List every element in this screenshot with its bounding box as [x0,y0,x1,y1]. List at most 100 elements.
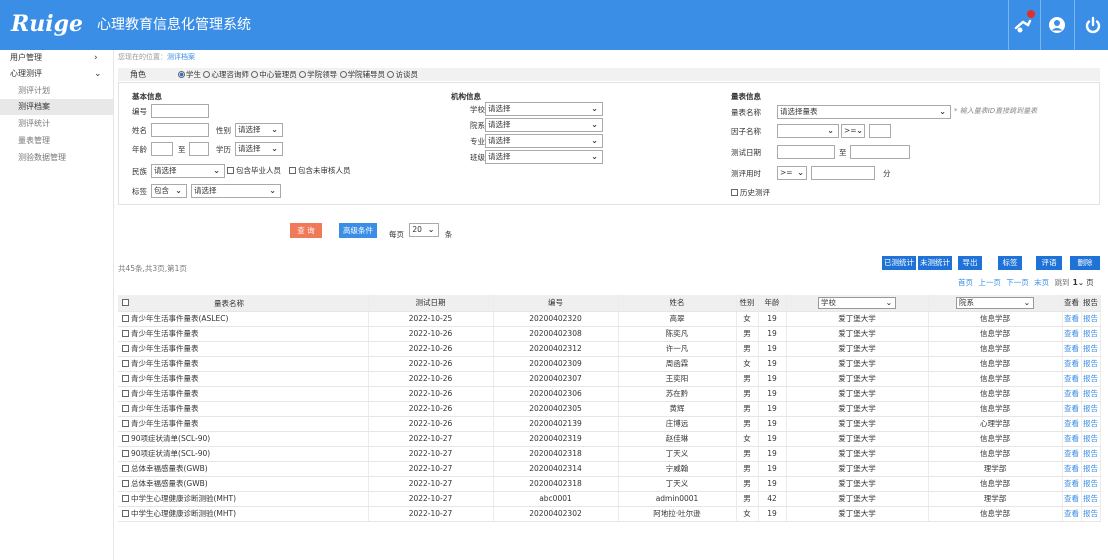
role-option-advisor[interactable]: 学院辅导员 [339,70,385,79]
duration-operator-select[interactable]: >= ⌄ [777,166,807,180]
ethnicity-select[interactable]: 请选择 ⌄ [151,164,225,178]
report-link[interactable]: 报告 [1081,371,1101,387]
report-link[interactable]: 报告 [1081,386,1101,402]
last-page-link[interactable]: 末页 [1034,278,1049,287]
next-page-link[interactable]: 下一页 [1006,278,1029,287]
scale-select[interactable]: 请选择量表 ⌄ [777,105,951,119]
row-checkbox[interactable] [122,435,129,442]
role-option-leader[interactable]: 学院领导 [299,70,337,79]
sidebar-subitem-test-data[interactable]: 测验数据管理 [0,150,114,166]
report-link[interactable]: 报告 [1081,431,1101,447]
duration-input[interactable] [811,166,875,180]
row-checkbox[interactable] [122,510,129,517]
view-link[interactable]: 查看 [1062,446,1082,462]
header-dept[interactable]: 院系 ⌄ [928,295,1063,312]
delete-button[interactable]: 删除 [1070,256,1100,270]
row-checkbox[interactable] [122,480,129,487]
sidebar-subitem-statistics[interactable]: 测评统计 [0,116,114,132]
row-checkbox[interactable] [122,495,129,502]
untested-stats-button[interactable]: 未测统计 [918,256,952,270]
row-checkbox[interactable] [122,315,129,322]
date-start-input[interactable] [777,145,835,159]
report-link[interactable]: 报告 [1081,341,1101,357]
report-link[interactable]: 报告 [1081,491,1101,507]
age-min-input[interactable] [151,142,173,156]
cell-dept: 信息学部 [928,341,1063,357]
report-link[interactable]: 报告 [1081,356,1101,372]
row-checkbox[interactable] [122,390,129,397]
report-link[interactable]: 报告 [1081,401,1101,417]
row-checkbox[interactable] [122,465,129,472]
view-link[interactable]: 查看 [1062,401,1082,417]
breadcrumb-current[interactable]: 测评档案 [167,53,195,61]
role-option-student[interactable]: 学生 [178,70,201,79]
row-checkbox[interactable] [122,375,129,382]
view-link[interactable]: 查看 [1062,491,1082,507]
factor-value-input[interactable] [869,124,891,138]
user-icon[interactable] [1046,14,1068,36]
education-select[interactable]: 请选择 ⌄ [235,142,283,156]
query-button[interactable]: 查 询 [290,223,322,238]
prev-page-link[interactable]: 上一页 [978,278,1001,287]
sidebar-subitem-plan[interactable]: 测评计划 [0,83,114,99]
tested-stats-button[interactable]: 已测统计 [882,256,916,270]
row-checkbox[interactable] [122,345,129,352]
row-checkbox[interactable] [122,360,129,367]
view-link[interactable]: 查看 [1062,506,1082,522]
view-link[interactable]: 查看 [1062,476,1082,492]
first-page-link[interactable]: 首页 [958,278,973,287]
include-unreviewed-checkbox[interactable]: 包含未审核人员 [289,165,351,177]
view-link[interactable]: 查看 [1062,311,1082,327]
report-link[interactable]: 报告 [1081,506,1101,522]
report-link[interactable]: 报告 [1081,311,1101,327]
major-select[interactable]: 请选择 ⌄ [485,134,603,148]
view-link[interactable]: 查看 [1062,431,1082,447]
report-link[interactable]: 报告 [1081,416,1101,432]
advanced-filter-button[interactable]: 高级条件 [339,223,377,238]
class-select[interactable]: 请选择 ⌄ [485,150,603,164]
school-select[interactable]: 请选择 ⌄ [485,102,603,116]
view-link[interactable]: 查看 [1062,461,1082,477]
row-checkbox[interactable] [122,330,129,337]
report-link[interactable]: 报告 [1081,461,1101,477]
role-option-admin[interactable]: 中心管理员 [251,70,297,79]
gender-select[interactable]: 请选择 ⌄ [235,123,283,137]
view-link[interactable]: 查看 [1062,326,1082,342]
report-link[interactable]: 报告 [1081,326,1101,342]
date-end-input[interactable] [850,145,910,159]
include-graduates-checkbox[interactable]: 包含毕业人员 [227,165,281,177]
view-link[interactable]: 查看 [1062,371,1082,387]
view-link[interactable]: 查看 [1062,356,1082,372]
per-page-select[interactable]: 20 ⌄ [409,223,440,237]
role-option-counselor[interactable]: 心理咨询师 [203,70,249,79]
tag-select[interactable]: 请选择 ⌄ [191,184,281,198]
sidebar-subitem-scale-management[interactable]: 量表管理 [0,133,114,149]
view-link[interactable]: 查看 [1062,341,1082,357]
sidebar-subitem-records[interactable]: 测评档案 [0,99,114,115]
view-link[interactable]: 查看 [1062,386,1082,402]
header-school[interactable]: 学校 ⌄ [786,295,929,312]
factor-select[interactable]: ⌄ [777,124,839,138]
export-button[interactable]: 导出 [958,256,982,270]
row-checkbox[interactable] [122,405,129,412]
comment-button[interactable]: 评语 [1036,256,1062,270]
tag-button[interactable]: 标签 [998,256,1022,270]
report-link[interactable]: 报告 [1081,446,1101,462]
department-select[interactable]: 请选择 ⌄ [485,118,603,132]
row-checkbox[interactable] [122,450,129,457]
sidebar-item-psych-assessment[interactable]: 心理测评 ⌄ [0,66,114,82]
power-icon[interactable] [1082,14,1104,36]
sidebar-item-user-management[interactable]: 用户管理 › [0,50,114,66]
row-checkbox[interactable] [122,420,129,427]
select-all-checkbox[interactable] [122,299,129,307]
view-link[interactable]: 查看 [1062,416,1082,432]
page-jump-select[interactable]: 1 [1073,278,1078,287]
role-option-interviewer[interactable]: 访谈员 [387,70,418,79]
history-checkbox[interactable]: 历史测评 [731,187,770,199]
report-link[interactable]: 报告 [1081,476,1101,492]
name-input[interactable] [151,123,209,137]
age-max-input[interactable] [189,142,209,156]
tag-mode-select[interactable]: 包含 ⌄ [151,184,187,198]
factor-operator-select[interactable]: >= ⌄ [841,124,865,138]
id-input[interactable] [151,104,209,118]
